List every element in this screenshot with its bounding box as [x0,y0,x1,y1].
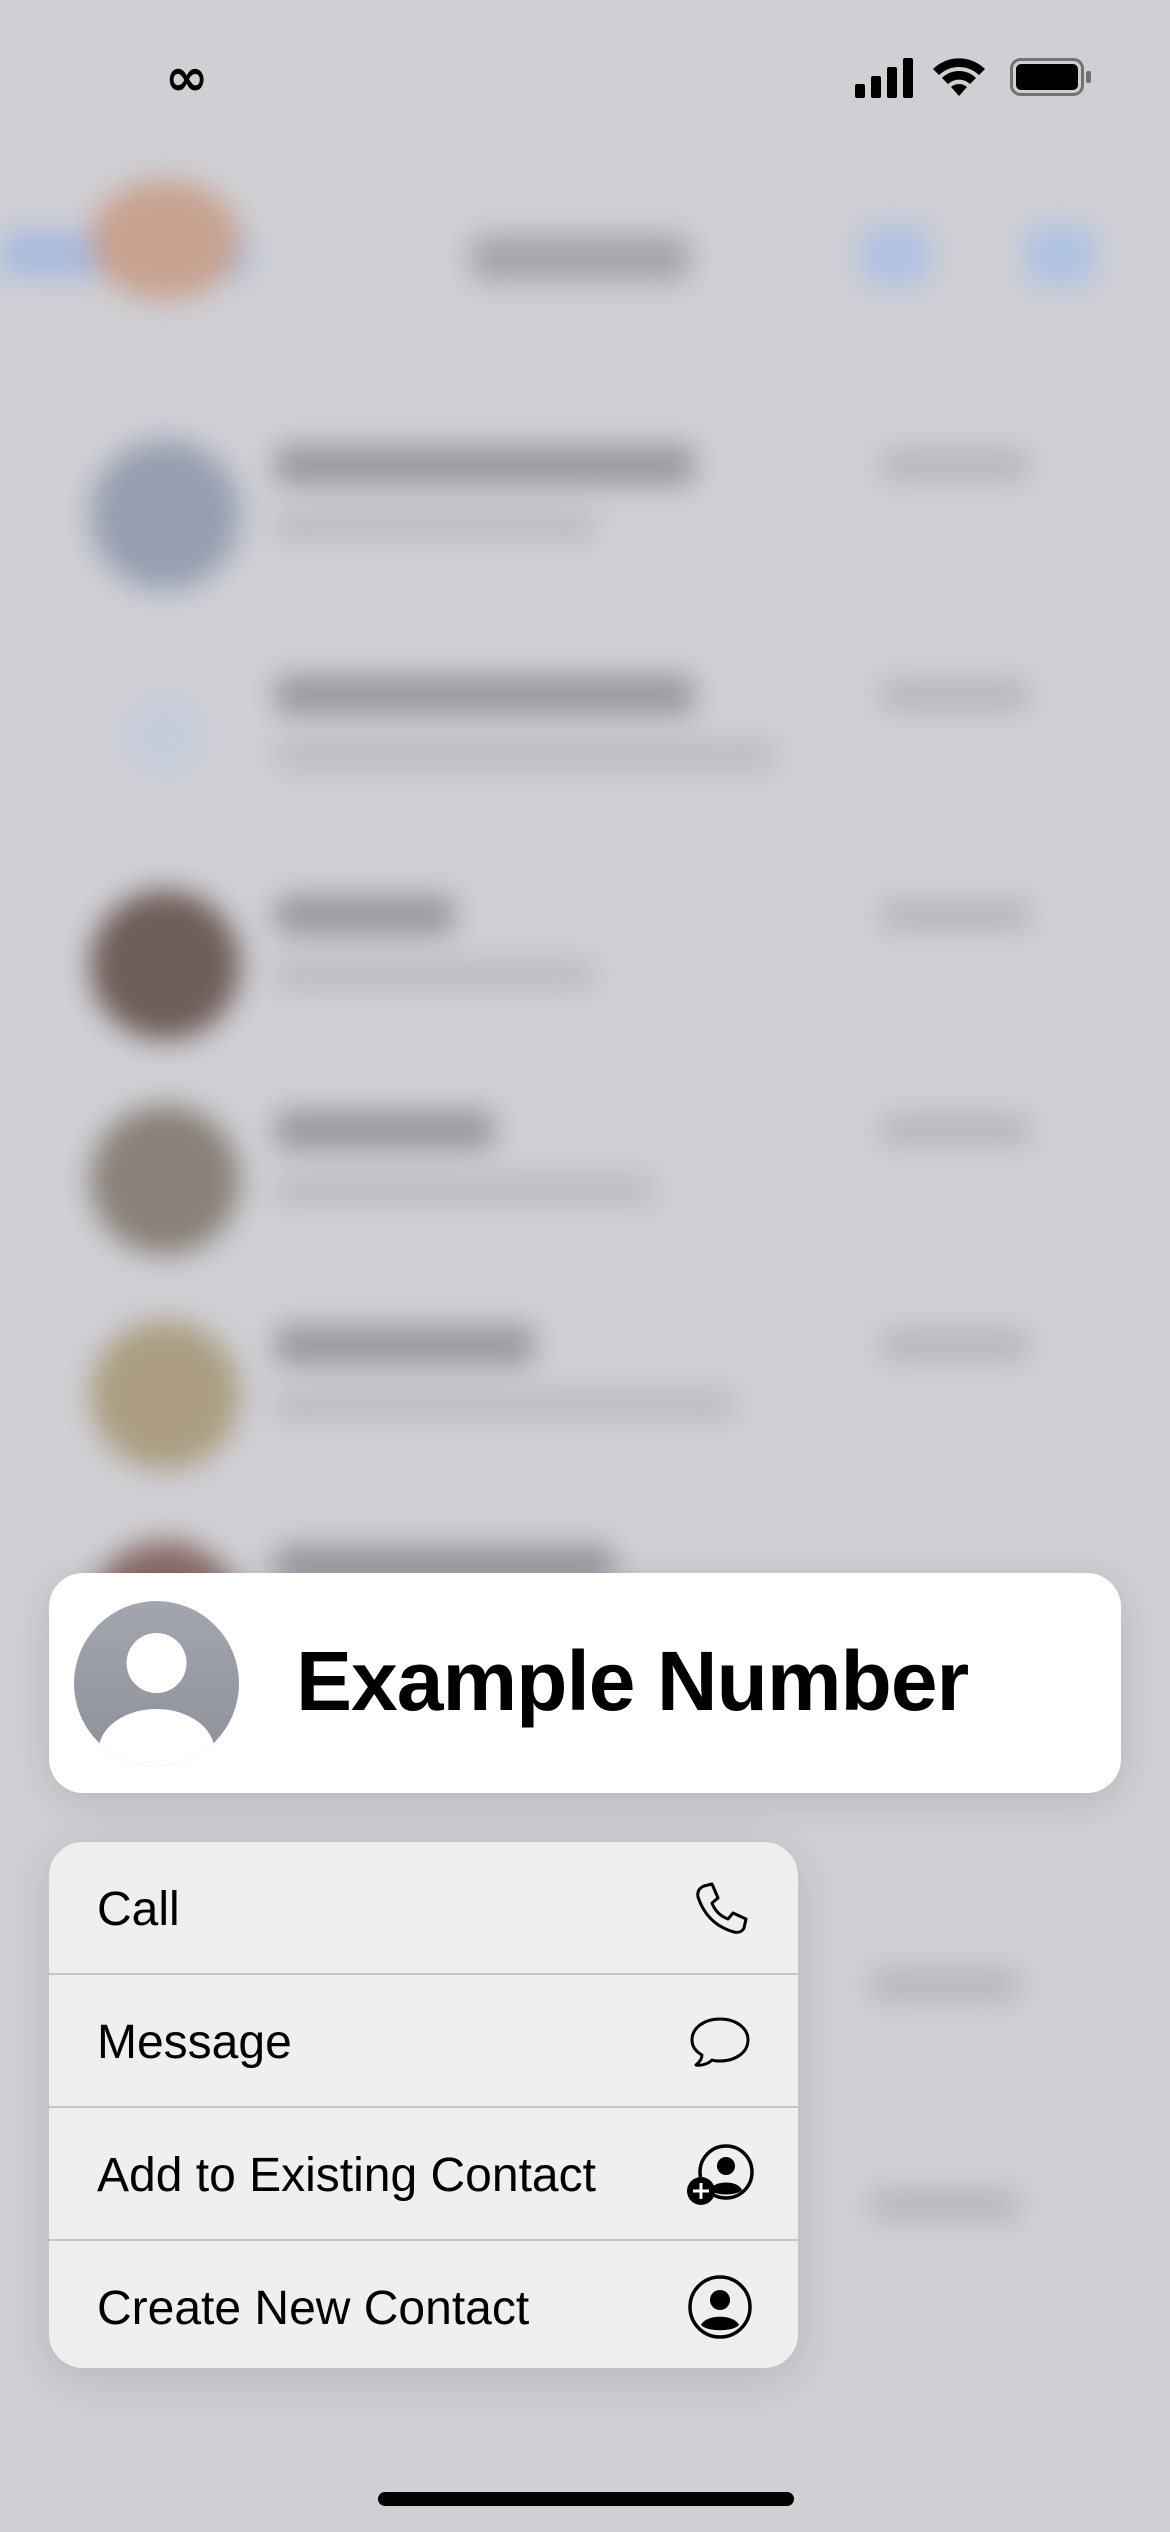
call-menu-item[interactable]: Call [49,1842,798,1973]
menu-item-label: Call [97,1883,180,1936]
create-new-contact-menu-item[interactable]: Create New Contact [49,2241,798,2368]
person-circle-icon [688,2275,752,2339]
blurred-list-row [0,1280,1170,1480]
menu-item-label: Add to Existing Contact [97,2149,596,2202]
speech-bubble-icon [690,2017,750,2067]
menu-item-label: Message [97,2016,292,2069]
add-to-existing-contact-menu-item[interactable]: Add to Existing Contact [49,2108,798,2239]
blurred-list-row [0,1065,1170,1265]
contact-header-card: Example Number [49,1573,1121,1793]
battery-icon [1010,58,1091,96]
blurred-list-row [0,850,1170,1050]
wifi-icon [933,58,985,96]
blurred-list-row [0,180,1170,420]
home-indicator[interactable] [378,2492,794,2506]
signal-icon [855,58,913,98]
contact-action-menu: Call Message Add to Existing Contact Cre… [49,1842,798,2368]
menu-item-label: Create New Contact [97,2282,530,2335]
blurred-list-row [0,630,1170,830]
person-silhouette-icon [74,1601,239,1766]
phone-icon [696,1882,748,1934]
blurred-list-row [0,400,1170,600]
message-menu-item[interactable]: Message [49,1975,798,2106]
status-bar: ∞ [0,0,1170,150]
status-left-glyph: ∞ [165,48,209,108]
contact-name: Example Number [296,1634,969,1728]
add-person-icon [687,2144,754,2205]
